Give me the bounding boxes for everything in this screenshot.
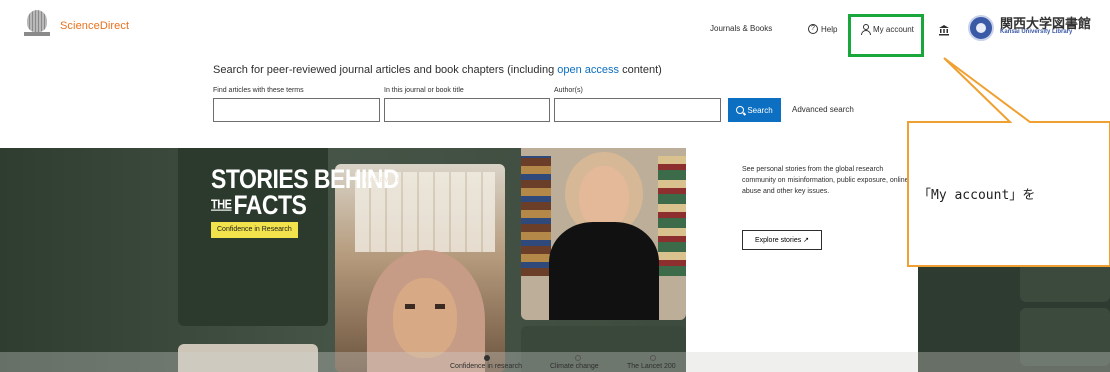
search-button[interactable]: Search — [728, 98, 781, 122]
terms-input[interactable] — [213, 98, 380, 122]
help-label: Help — [821, 24, 838, 34]
search-headline: Search for peer-reviewed journal article… — [213, 64, 662, 76]
kansai-library-seal-icon — [968, 15, 994, 41]
open-access-link[interactable]: open access — [557, 64, 619, 76]
carousel-dot-2[interactable] — [575, 355, 581, 361]
help-link[interactable]: ? Help — [808, 24, 837, 34]
journal-input[interactable] — [384, 98, 550, 122]
advanced-search-link[interactable]: Advanced search — [792, 105, 854, 114]
hero-panel-right — [918, 148, 1110, 372]
terms-label: Find articles with these terms — [213, 87, 304, 94]
library-subname: Kansai University Library — [1000, 29, 1073, 35]
journals-books-label: Journals & Books — [710, 24, 773, 33]
carousel-nav: Confidence in research Climate change Th… — [0, 352, 1110, 372]
my-account-highlight-box — [848, 14, 924, 57]
journal-label: In this journal or book title — [384, 87, 464, 94]
confidence-badge: Confidence in Research — [211, 222, 298, 238]
search-headline-end: content) — [619, 64, 662, 76]
help-icon: ? — [808, 24, 818, 34]
author-label: Author(s) — [554, 87, 583, 94]
hero-title-facts: FACTS — [233, 190, 307, 220]
carousel-label-2[interactable]: Climate change — [550, 363, 599, 370]
hero-banner: STORIES BEHIND THEFACTS ELSEVIER Confide… — [0, 148, 1110, 372]
hero-title-line2: THEFACTS — [211, 190, 307, 221]
search-button-label: Search — [747, 105, 773, 115]
top-bar: ScienceDirect Journals & Books ? Help My… — [0, 0, 1110, 58]
carousel-label-3[interactable]: The Lancet 200 — [627, 363, 676, 370]
elsevier-logo-icon[interactable] — [24, 10, 50, 38]
hero-title-the: THE — [211, 198, 232, 212]
carousel-label-1[interactable]: Confidence in research — [450, 363, 522, 370]
journals-books-link[interactable]: Journals & Books — [710, 24, 772, 33]
elsevier-watermark: ELSEVIER — [365, 178, 403, 184]
callout-text: 「My account」を — [918, 188, 1036, 203]
explore-stories-label: Explore stories ↗ — [754, 237, 810, 244]
search-headline-text: Search for peer-reviewed journal article… — [213, 64, 558, 76]
institution-icon[interactable] — [938, 23, 950, 36]
author-input[interactable] — [554, 98, 721, 122]
hero-photo-woman-blonde — [521, 148, 686, 320]
search-icon — [736, 106, 745, 114]
promo-text: See personal stories from the global res… — [742, 166, 909, 195]
hero-photo-woman-hijab — [335, 164, 505, 372]
brand-link[interactable]: ScienceDirect — [60, 20, 129, 32]
explore-stories-button[interactable]: Explore stories ↗ — [742, 230, 822, 250]
carousel-dot-3[interactable] — [650, 355, 656, 361]
carousel-dot-1[interactable] — [484, 355, 490, 361]
